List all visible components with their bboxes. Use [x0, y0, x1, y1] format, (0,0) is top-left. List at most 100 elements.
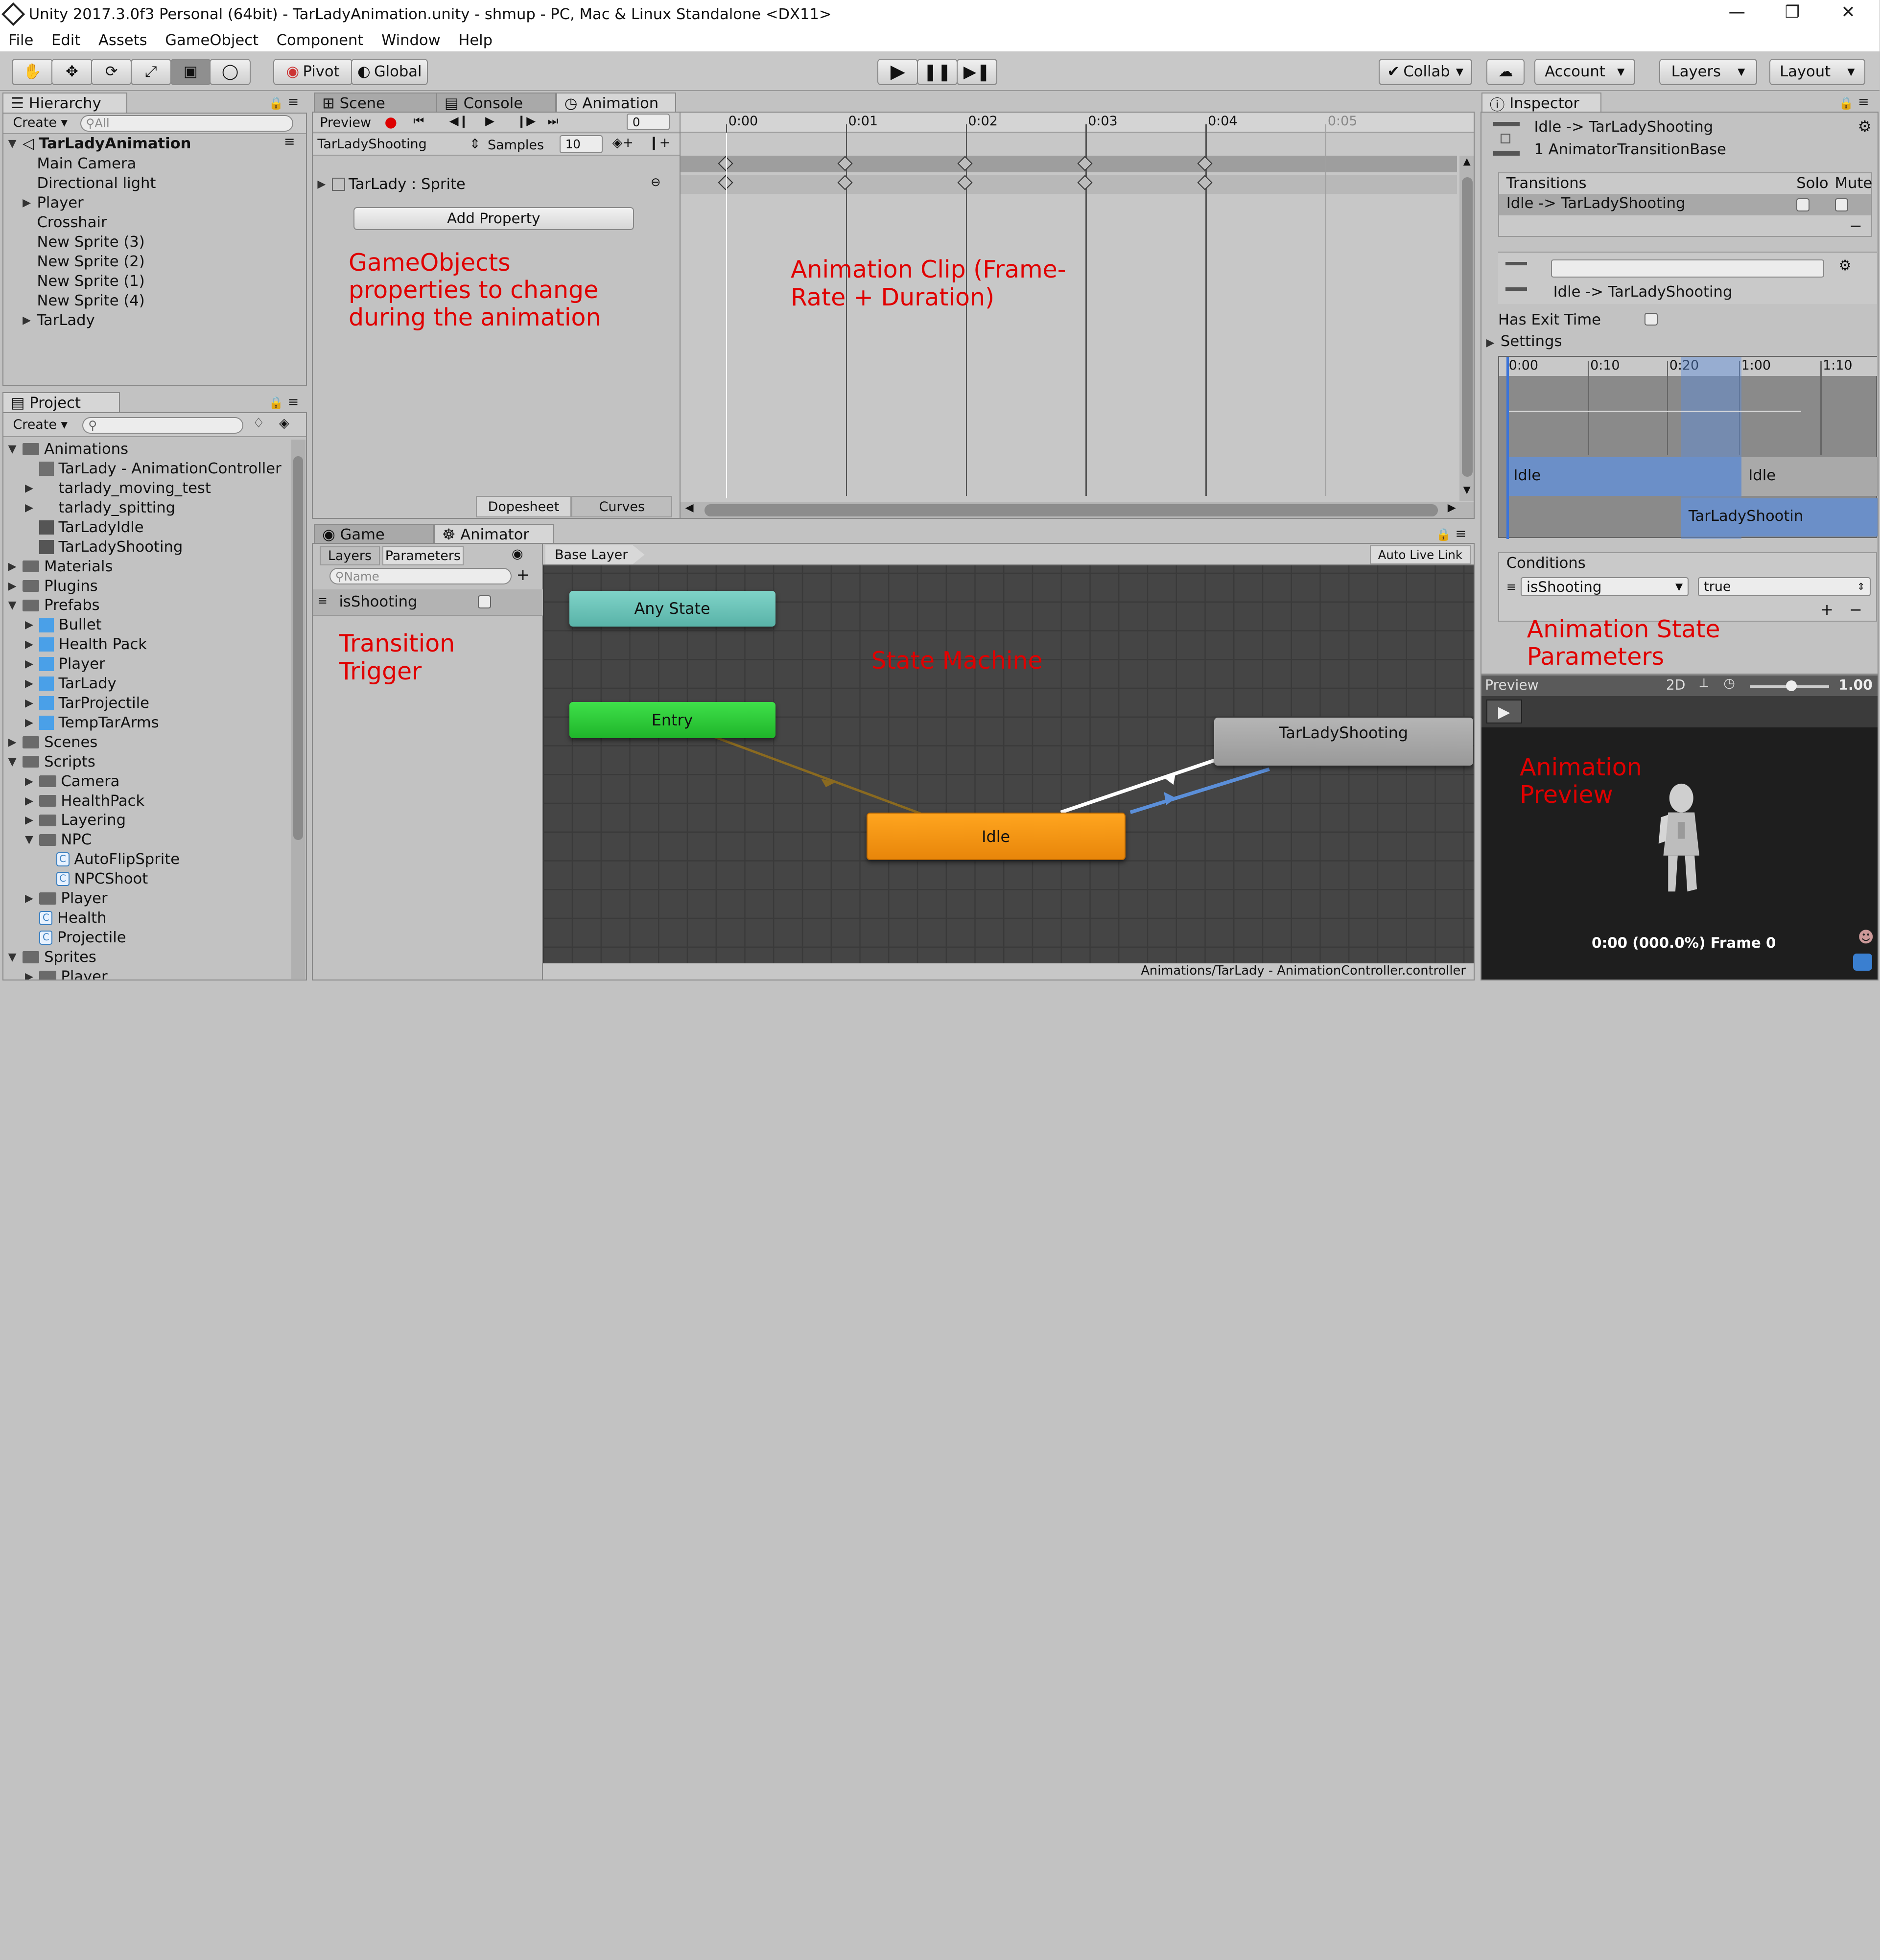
foldout-arrow-icon[interactable]: ▶ — [8, 736, 23, 748]
menu-icon[interactable]: ≡ — [288, 395, 299, 410]
condition-parameter-dropdown[interactable]: isShooting ▼ — [1521, 577, 1689, 597]
eye-icon[interactable]: ◉ — [512, 546, 523, 561]
transition-gear-icon[interactable]: ⚙ — [1838, 257, 1851, 274]
record-icon[interactable]: ● — [384, 114, 397, 130]
parameter-checkbox[interactable] — [478, 595, 492, 609]
project-item[interactable]: C NPCShoot — [42, 869, 148, 888]
clip-dropdown[interactable]: TarLadyShooting ⇕ — [317, 137, 480, 152]
collab-dropdown[interactable]: ✔ Collab ▼ — [1378, 58, 1472, 85]
lock-icon[interactable]: 🔒 — [1436, 527, 1451, 541]
scroll-right-icon[interactable]: ▶ — [1448, 502, 1456, 514]
lock-icon[interactable]: 🔒 — [268, 396, 283, 410]
condition-value-dropdown[interactable]: true ⇕ — [1698, 577, 1871, 597]
project-item[interactable]: TarLady - AnimationController — [25, 459, 282, 478]
foldout-arrow-icon[interactable]: ▶ — [25, 619, 39, 631]
add-condition-icon[interactable]: + — [1820, 600, 1833, 619]
next-frame-icon[interactable]: ❙▶ — [517, 114, 536, 128]
preview-mode-2d[interactable]: 2D — [1666, 677, 1686, 693]
hierarchy-item[interactable]: New Sprite (2) — [23, 252, 144, 271]
layers-dropdown[interactable]: Layers ▼ — [1659, 58, 1758, 85]
global-button[interactable]: ◐ Global — [351, 58, 428, 85]
project-item[interactable]: ▶ tarlady_spitting — [25, 498, 175, 517]
project-item[interactable]: ▶ Scenes — [8, 733, 98, 752]
foldout-arrow-icon[interactable]: ▼ — [8, 599, 23, 611]
tab-inspector[interactable]: ⓘ Inspector — [1481, 92, 1602, 114]
lock-icon[interactable]: 🔒 — [268, 96, 283, 110]
speed-slider[interactable] — [1750, 680, 1829, 692]
project-item[interactable]: TarLadyIdle — [25, 518, 144, 537]
add-parameter-icon[interactable]: + — [517, 565, 530, 584]
project-item[interactable]: C Projectile — [25, 928, 126, 947]
menu-icon[interactable]: ≡ — [288, 94, 299, 110]
project-item[interactable]: ▶ Camera — [25, 772, 119, 791]
playhead[interactable] — [726, 133, 728, 499]
tab-animator[interactable]: ☸ Animator — [434, 523, 554, 545]
menu-icon[interactable]: ≡ — [1455, 526, 1466, 541]
add-event-icon[interactable]: ❙+ — [648, 135, 670, 150]
timeline-idle-bar[interactable]: Idle — [1506, 457, 1741, 496]
asset-bundle-icon[interactable] — [1853, 954, 1872, 971]
property-row[interactable]: ▶ TarLady : Sprite — [317, 175, 465, 194]
account-dropdown[interactable]: Account ▼ — [1534, 58, 1635, 85]
project-item[interactable]: ▼ Animations — [8, 440, 128, 459]
play-button[interactable]: ▶ — [877, 58, 918, 85]
menu-edit[interactable]: Edit — [43, 32, 90, 49]
project-item[interactable]: ▶ TempTarArms — [25, 713, 159, 732]
state-machine-graph[interactable]: Base Layer Auto Live Link Any State Entr… — [542, 544, 1474, 980]
foldout-arrow-icon[interactable]: ▼ — [8, 756, 23, 768]
step-button[interactable]: ▶❚ — [956, 58, 998, 85]
parameter-row[interactable]: ≡ isShooting — [312, 589, 543, 616]
pause-button[interactable]: ❚❚ — [917, 58, 958, 85]
hierarchy-item[interactable]: Main Camera — [23, 154, 136, 173]
project-item[interactable]: ▶ TarProjectile — [25, 694, 149, 713]
settings-foldout[interactable]: ▶ Settings — [1486, 333, 1562, 350]
foldout-arrow-icon[interactable]: ▶ — [25, 638, 39, 651]
hierarchy-item[interactable]: Directional light — [23, 174, 156, 193]
hierarchy-item[interactable]: New Sprite (1) — [23, 272, 144, 291]
project-item[interactable]: ▼ Scripts — [8, 752, 95, 771]
hierarchy-item[interactable]: ▶ Player — [23, 193, 84, 212]
has-exit-time-checkbox[interactable] — [1644, 312, 1658, 326]
hierarchy-item[interactable]: New Sprite (3) — [23, 233, 144, 252]
foldout-arrow-icon[interactable]: ▶ — [25, 795, 39, 807]
dopesheet-tab[interactable]: Dopesheet — [475, 496, 572, 518]
project-item[interactable]: ▼ Prefabs — [8, 596, 100, 615]
preview-toggle[interactable]: Preview — [320, 115, 371, 130]
transform-tool-button[interactable]: ◯ — [210, 58, 251, 85]
first-frame-icon[interactable]: ⏮ — [413, 114, 424, 128]
project-item[interactable]: ▶ HealthPack — [25, 791, 144, 810]
foldout-arrow-icon[interactable]: ▶ — [25, 892, 39, 905]
settings-gear-icon[interactable]: ⚙ — [1858, 117, 1872, 136]
project-item[interactable]: ▶ Player — [25, 654, 105, 674]
vscroll-thumb[interactable] — [1462, 177, 1473, 477]
lock-icon[interactable]: 🔒 — [1839, 96, 1854, 110]
timeline-idle-bar-2[interactable]: Idle — [1741, 457, 1878, 496]
scene-menu-icon[interactable]: ≡ — [284, 134, 295, 149]
parameter-search-input[interactable]: ⚲ Name — [329, 568, 512, 585]
menu-window[interactable]: Window — [373, 32, 450, 49]
cloud-button[interactable]: ☁ — [1486, 58, 1525, 85]
dopesheet-area[interactable]: 0:00 0:01 0:02 0:03 0:04 0:05 Animation Clip … — [679, 112, 1474, 518]
pivot-toggle-icon[interactable]: ⟂ — [1699, 676, 1708, 691]
scale-tool-button[interactable]: ⤢ — [130, 58, 172, 85]
parameters-tab[interactable]: Parameters — [382, 546, 464, 566]
timeline-playhead[interactable] — [1506, 356, 1509, 539]
rect-tool-button[interactable]: ▣ — [170, 58, 211, 85]
menu-file[interactable]: File — [0, 32, 43, 49]
foldout-arrow-icon[interactable]: ▶ — [25, 814, 39, 826]
character-avatar-icon[interactable]: ☻ — [1858, 928, 1874, 946]
foldout-arrow-icon[interactable]: ▶ — [25, 502, 39, 514]
hierarchy-search-input[interactable]: ⚲ All — [80, 115, 294, 132]
timeline-vscroll[interactable]: ▲ ▼ — [1459, 155, 1474, 501]
prev-frame-icon[interactable]: ◀❙ — [449, 114, 469, 128]
project-item[interactable]: ▶ Plugins — [8, 576, 98, 595]
project-item[interactable]: ▶ Health Pack — [25, 635, 147, 654]
last-frame-icon[interactable]: ⏭ — [547, 114, 558, 128]
curves-tab[interactable]: Curves — [571, 496, 673, 518]
project-item[interactable]: ▶ tarlady_moving_test — [25, 479, 211, 498]
foldout-arrow-icon[interactable]: ▼ — [25, 834, 39, 846]
foldout-arrow-icon[interactable]: ▼ — [8, 951, 23, 963]
transition-timeline[interactable]: 0:00 0:10 0:20 1:00 1:10 Idle Idle TarLadySh… — [1498, 355, 1878, 539]
foldout-arrow-icon[interactable]: ▶ — [23, 197, 37, 209]
project-item[interactable]: ▼ NPC — [25, 830, 92, 849]
